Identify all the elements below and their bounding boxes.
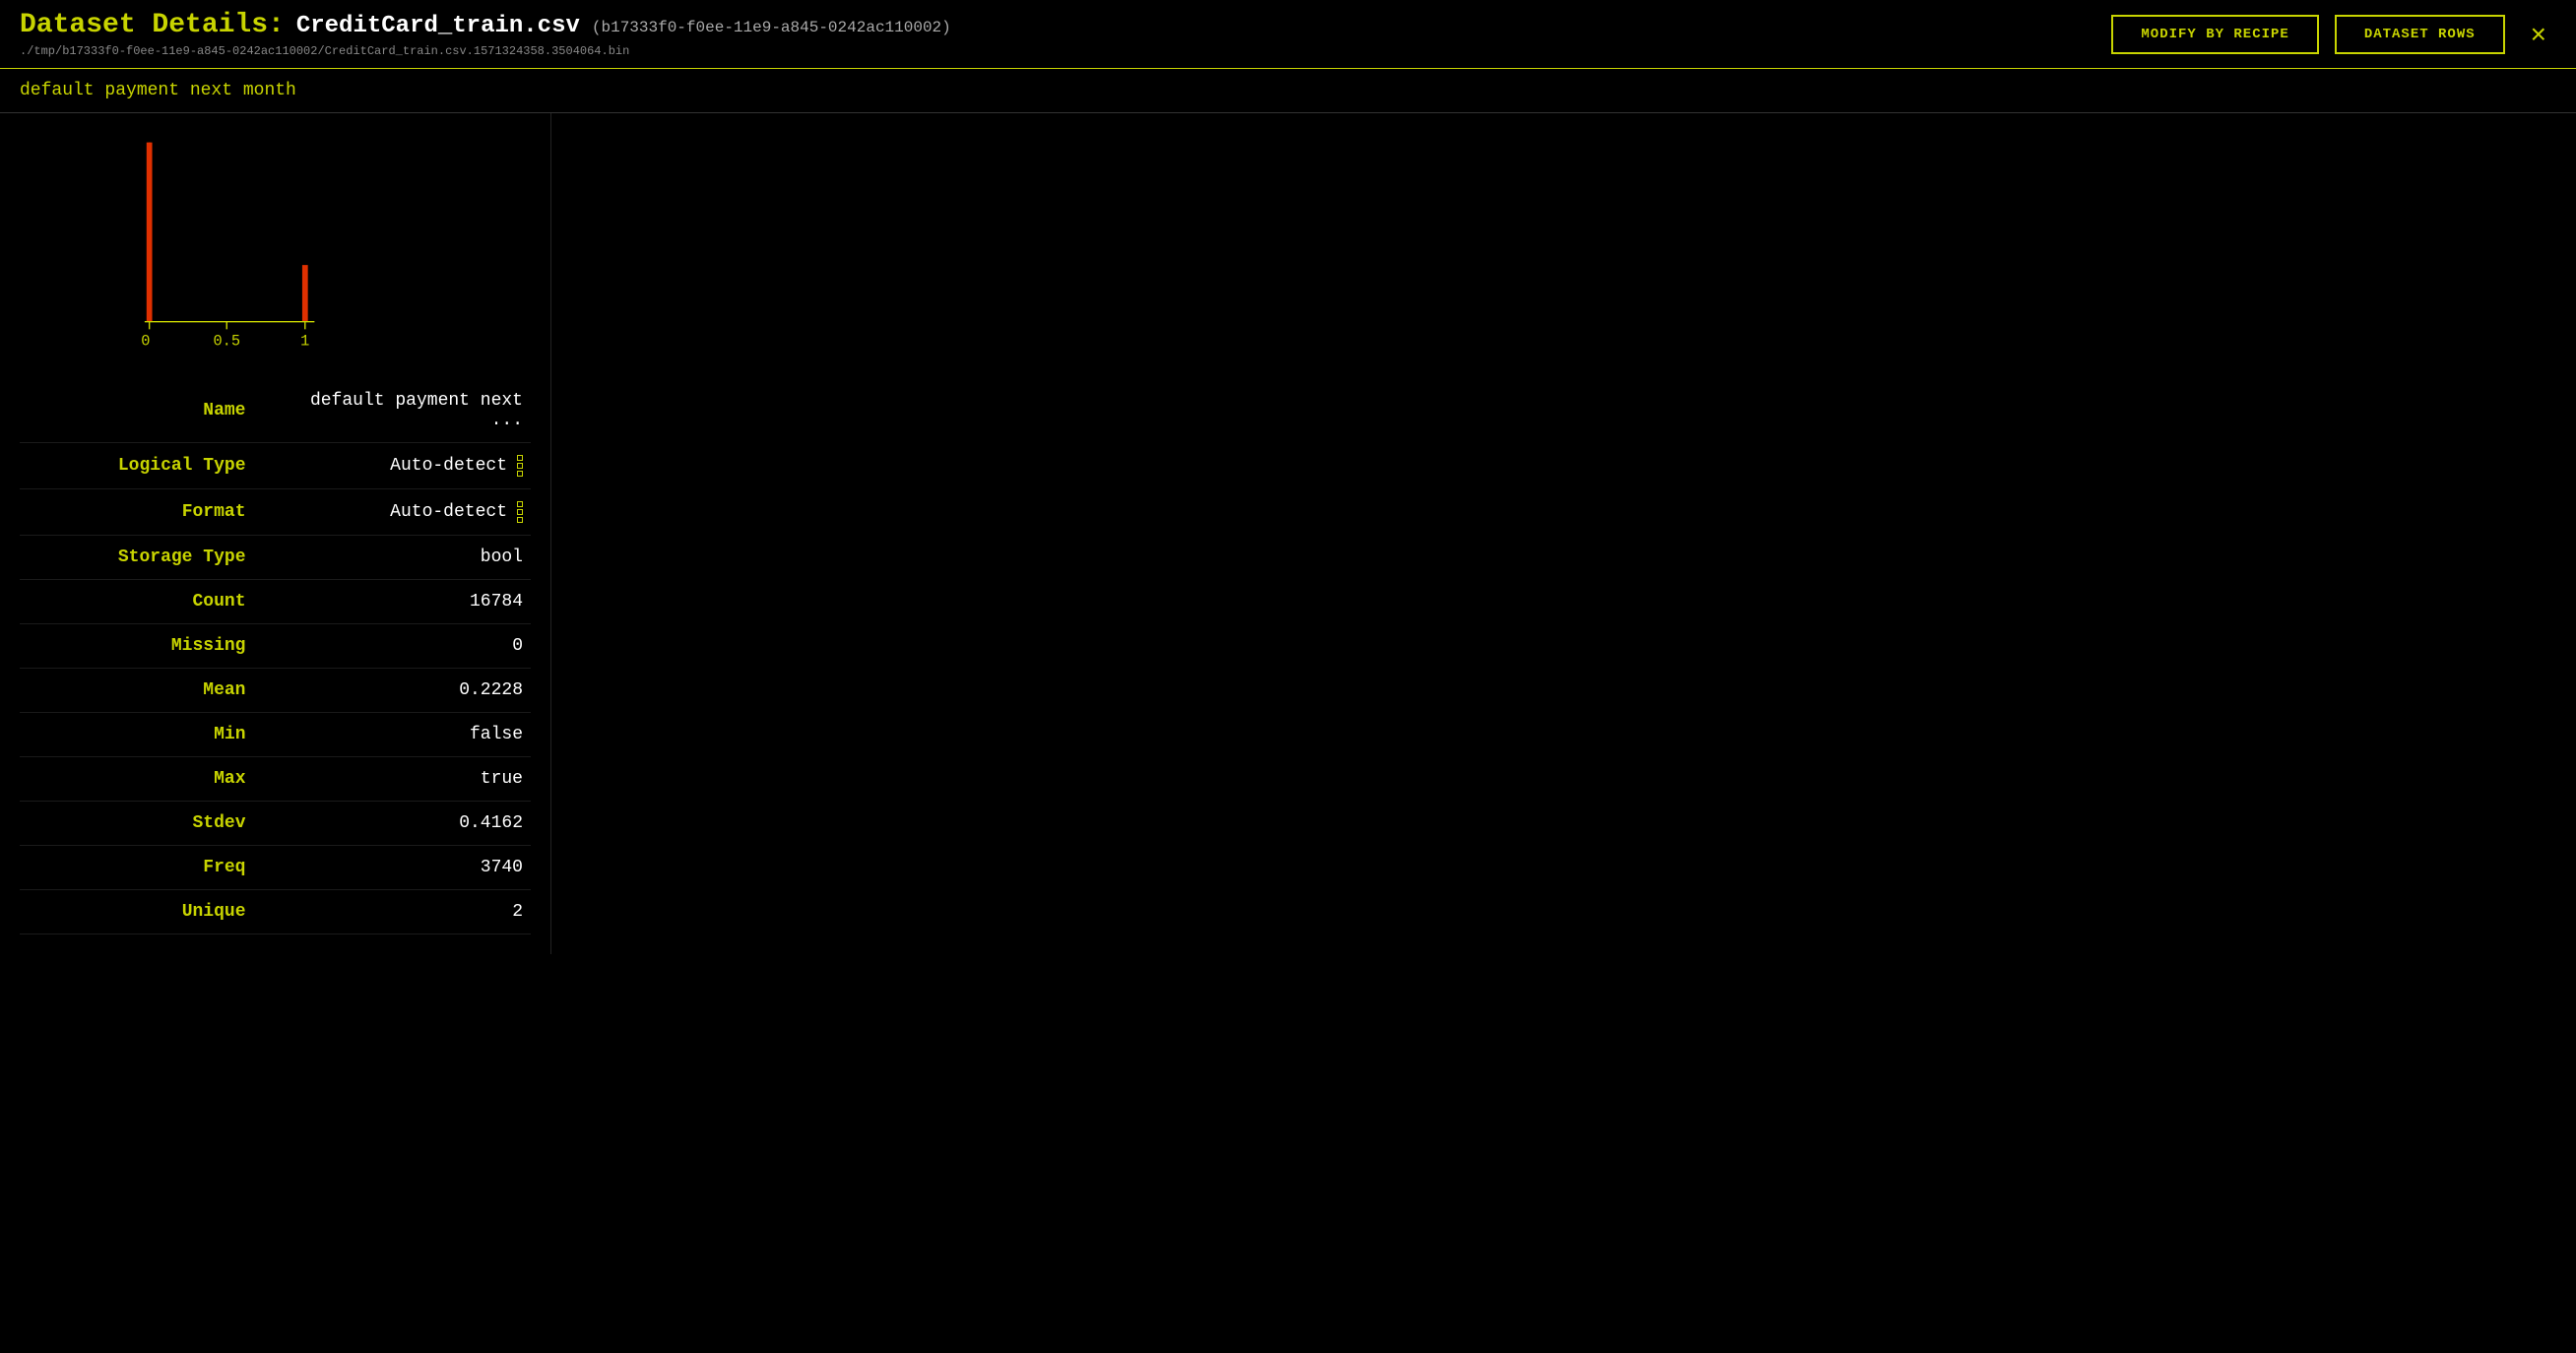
stat-mean-row: Mean 0.2228 [20, 669, 531, 713]
format-dropdown-icon[interactable] [517, 501, 523, 523]
stat-mean-value: 0.2228 [276, 669, 532, 713]
stat-format-value[interactable]: Auto-detect [276, 489, 532, 535]
stat-min-value: false [276, 713, 532, 757]
stat-missing-row: Missing 0 [20, 624, 531, 669]
stat-max-row: Max true [20, 757, 531, 802]
svg-text:0: 0 [141, 333, 150, 351]
stat-mean-label: Mean [20, 669, 276, 713]
stat-logical-type-label: Logical Type [20, 443, 276, 489]
stat-storage-type-value: bool [276, 536, 532, 580]
column-name-bar: default payment next month [0, 69, 2576, 113]
stat-name-row: Name default payment next ... [20, 379, 531, 443]
stat-freq-value: 3740 [276, 846, 532, 890]
dataset-filename: CreditCard_train.csv [296, 13, 580, 39]
stat-stdev-value: 0.4162 [276, 802, 532, 846]
stat-min-label: Min [20, 713, 276, 757]
dataset-path: ./tmp/b17333f0-f0ee-11e9-a845-0242ac1100… [20, 44, 951, 58]
chart-area: 0 0.5 1 [20, 133, 354, 359]
logical-type-text: Auto-detect [390, 456, 507, 476]
stat-count-row: Count 16784 [20, 580, 531, 624]
page-title-prefix: Dataset Details: [20, 10, 285, 40]
stat-missing-label: Missing [20, 624, 276, 669]
stat-format-label: Format [20, 489, 276, 536]
header: Dataset Details: CreditCard_train.csv (b… [0, 0, 2576, 69]
stat-missing-value: 0 [276, 624, 532, 669]
stat-logical-type-value[interactable]: Auto-detect [276, 443, 532, 488]
right-empty-area [551, 113, 2576, 954]
stat-unique-value: 2 [276, 890, 532, 934]
stat-min-row: Min false [20, 713, 531, 757]
stat-storage-type-label: Storage Type [20, 536, 276, 580]
histogram-chart: 0 0.5 1 [20, 133, 354, 359]
main-content: 0 0.5 1 Name default payment next ... Lo… [0, 113, 2576, 954]
stat-unique-row: Unique 2 [20, 890, 531, 934]
stat-format-row: Format Auto-detect [20, 489, 531, 536]
stat-freq-row: Freq 3740 [20, 846, 531, 890]
column-name-label: default payment next month [20, 81, 296, 100]
stats-table: Name default payment next ... Logical Ty… [20, 379, 531, 934]
chart-stats-panel: 0 0.5 1 Name default payment next ... Lo… [0, 113, 551, 954]
modify-by-recipe-button[interactable]: MODIFY BY RECIPE [2111, 15, 2318, 54]
stat-max-label: Max [20, 757, 276, 802]
logical-type-dropdown-icon[interactable] [517, 455, 523, 477]
svg-text:1: 1 [300, 333, 309, 351]
dataset-uuid: (b17333f0-f0ee-11e9-a845-0242ac110002) [592, 19, 951, 36]
header-buttons: MODIFY BY RECIPE DATASET ROWS × [2111, 15, 2556, 54]
stat-name-label: Name [20, 379, 276, 443]
stat-name-value: default payment next ... [276, 379, 532, 443]
stat-storage-type-row: Storage Type bool [20, 536, 531, 580]
stat-count-label: Count [20, 580, 276, 624]
stat-stdev-row: Stdev 0.4162 [20, 802, 531, 846]
stat-max-value: true [276, 757, 532, 802]
stat-freq-label: Freq [20, 846, 276, 890]
stat-stdev-label: Stdev [20, 802, 276, 846]
format-text: Auto-detect [390, 502, 507, 522]
stat-logical-type-row: Logical Type Auto-detect [20, 443, 531, 489]
svg-text:0.5: 0.5 [213, 333, 240, 351]
header-left: Dataset Details: CreditCard_train.csv (b… [20, 10, 951, 58]
stat-count-value: 16784 [276, 580, 532, 624]
dataset-rows-button[interactable]: DATASET ROWS [2335, 15, 2505, 54]
close-button[interactable]: × [2521, 19, 2556, 50]
stat-unique-label: Unique [20, 890, 276, 934]
header-info: Dataset Details: CreditCard_train.csv (b… [20, 10, 951, 58]
